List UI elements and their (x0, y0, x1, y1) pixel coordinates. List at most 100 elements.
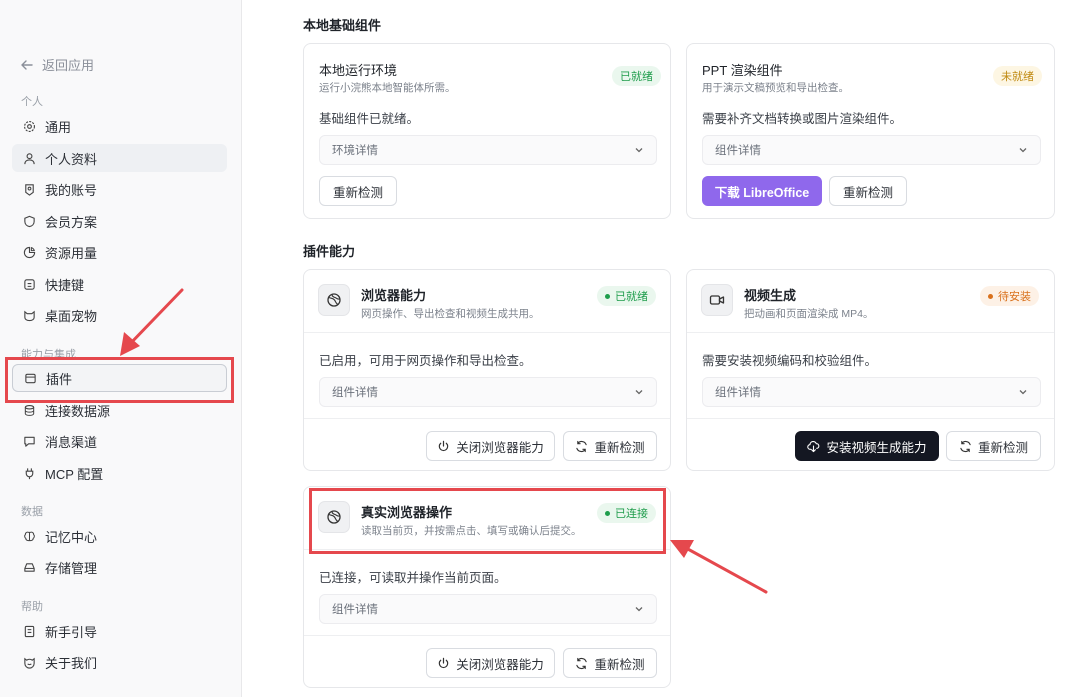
details-label: 环境详情 (332, 145, 378, 157)
sidebar-item-label: 资源用量 (45, 245, 98, 261)
card-subtitle: 用于演示文稿预览和导出检查。 (702, 82, 849, 94)
recheck-button[interactable]: 重新检测 (829, 176, 907, 206)
sidebar-item-label: 会员方案 (45, 214, 98, 230)
status-badge-text: 未就绪 (1001, 71, 1034, 83)
status-badge: 已就绪 (612, 66, 661, 86)
sidebar-item-membership[interactable]: 会员方案 (12, 207, 227, 235)
message-icon (24, 436, 35, 447)
status-badge-text: 已就绪 (615, 291, 648, 303)
details-label: 组件详情 (715, 387, 761, 399)
card-description: 已启用，可用于网页操作和导出检查。 (319, 354, 532, 368)
details-dropdown[interactable]: 组件详情 (319, 377, 657, 407)
sidebar-item-label: 连接数据源 (45, 403, 111, 419)
sidebar-item-label: 新手引导 (45, 624, 98, 640)
sidebar-item-label: 桌面宠物 (45, 308, 98, 324)
globe-icon (327, 293, 341, 307)
arrow-left-icon (21, 59, 33, 70)
recheck-button[interactable]: 重新检测 (319, 176, 397, 206)
chevron-down-icon (1019, 390, 1027, 395)
card-title: 浏览器能力 (361, 288, 427, 303)
keyboard-icon (24, 278, 35, 290)
cat-icon (24, 310, 35, 321)
disable-label: 关闭浏览器能力 (456, 657, 544, 672)
status-badge: 已就绪 (597, 286, 656, 306)
details-dropdown[interactable]: 组件详情 (702, 377, 1041, 407)
details-label: 组件详情 (715, 145, 761, 157)
sidebar-item-mcp[interactable]: MCP 配置 (12, 459, 227, 487)
download-libreoffice-button[interactable]: 下载 LibreOffice (702, 176, 822, 206)
sidebar: 返回应用 个人 通用 个人资料 我的账号 会员方案 资源用量 快捷键 桌面宠物 … (0, 0, 242, 697)
sidebar-item-label: 快捷键 (45, 277, 85, 293)
card-subtitle: 网页操作、导出检查和视频生成共用。 (361, 308, 540, 320)
chevron-down-icon (635, 148, 643, 153)
details-label: 组件详情 (332, 387, 378, 399)
pie-chart-icon (23, 246, 36, 258)
details-dropdown[interactable]: 环境详情 (319, 135, 657, 165)
divider (687, 418, 1054, 419)
chevron-down-icon (635, 607, 643, 612)
video-card: 视频生成 把动画和页面渲染成 MP4。 待安装 需要安装视频编码和校验组件。 组… (686, 269, 1055, 471)
runtime-card: 本地运行环境 运行小浣熊本地智能体所需。 已就绪 基础组件已就绪。 环境详情 重… (303, 43, 671, 219)
account-icon (25, 183, 34, 196)
sidebar-item-label: 我的账号 (45, 182, 98, 198)
sidebar-item-guide[interactable]: 新手引导 (12, 617, 227, 645)
sidebar-item-memory[interactable]: 记忆中心 (12, 522, 227, 550)
group-label-personal: 个人 (21, 96, 43, 108)
card-description: 需要安装视频编码和校验组件。 (702, 354, 878, 368)
recheck-label: 重新检测 (842, 185, 893, 200)
details-dropdown[interactable]: 组件详情 (702, 135, 1041, 165)
recheck-label: 重新检测 (977, 440, 1028, 455)
status-badge: 待安装 (980, 286, 1039, 306)
status-badge-text: 待安装 (998, 291, 1031, 303)
disable-browser-button[interactable]: 关闭浏览器能力 (426, 431, 555, 461)
browser-card: 浏览器能力 网页操作、导出检查和视频生成共用。 已就绪 已启用，可用于网页操作和… (303, 269, 671, 471)
sidebar-item-about[interactable]: 关于我们 (12, 648, 227, 676)
back-to-app-link[interactable]: 返回应用 (20, 55, 94, 74)
download-label: 下载 LibreOffice (714, 185, 810, 200)
section-title-plugins: 插件能力 (303, 244, 356, 259)
details-label: 组件详情 (332, 604, 378, 616)
divider (304, 332, 670, 333)
sidebar-item-shortcuts[interactable]: 快捷键 (12, 270, 227, 298)
card-title: PPT 渲染组件 (702, 63, 783, 78)
group-label-help: 帮助 (21, 601, 43, 613)
shield-icon (24, 215, 35, 227)
recheck-button[interactable]: 重新检测 (563, 431, 657, 461)
chevron-down-icon (1019, 148, 1027, 153)
cloud-download-icon (807, 440, 820, 452)
status-dot (988, 293, 993, 299)
status-badge-text: 已就绪 (620, 71, 653, 83)
recheck-label: 重新检测 (594, 440, 645, 455)
recheck-button[interactable]: 重新检测 (946, 431, 1041, 461)
status-badge: 未就绪 (993, 66, 1042, 86)
disable-label: 关闭浏览器能力 (456, 440, 544, 455)
browser-icon-box (318, 284, 350, 316)
sidebar-item-label: 消息渠道 (45, 434, 98, 450)
card-title: 视频生成 (744, 288, 797, 303)
card-subtitle: 运行小浣熊本地智能体所需。 (319, 82, 456, 94)
brain-icon (24, 531, 35, 541)
disable-browser-button[interactable]: 关闭浏览器能力 (426, 648, 555, 678)
recheck-button[interactable]: 重新检测 (563, 648, 657, 678)
install-video-button[interactable]: 安装视频生成能力 (795, 431, 939, 461)
sidebar-item-label: 个人资料 (45, 151, 98, 167)
section-title-local: 本地基础组件 (303, 18, 382, 33)
divider (304, 418, 670, 419)
sidebar-item-usage[interactable]: 资源用量 (12, 238, 227, 266)
details-dropdown[interactable]: 组件详情 (319, 594, 657, 624)
power-icon (438, 440, 449, 451)
annotation-box-real-browser (309, 488, 666, 554)
recheck-label: 重新检测 (332, 185, 383, 200)
sidebar-item-channels[interactable]: 消息渠道 (12, 427, 227, 455)
sidebar-item-profile[interactable]: 个人资料 (12, 144, 227, 172)
sidebar-item-general[interactable]: 通用 (12, 112, 227, 140)
install-label: 安装视频生成能力 (826, 440, 927, 455)
video-icon-box (701, 284, 733, 316)
sidebar-item-label: 记忆中心 (45, 529, 98, 545)
card-title: 本地运行环境 (319, 63, 398, 78)
refresh-icon (576, 440, 588, 452)
sidebar-item-pet[interactable]: 桌面宠物 (12, 301, 227, 329)
sidebar-item-storage[interactable]: 存储管理 (12, 553, 227, 581)
sidebar-item-account[interactable]: 我的账号 (12, 175, 227, 203)
status-dot (605, 293, 610, 299)
